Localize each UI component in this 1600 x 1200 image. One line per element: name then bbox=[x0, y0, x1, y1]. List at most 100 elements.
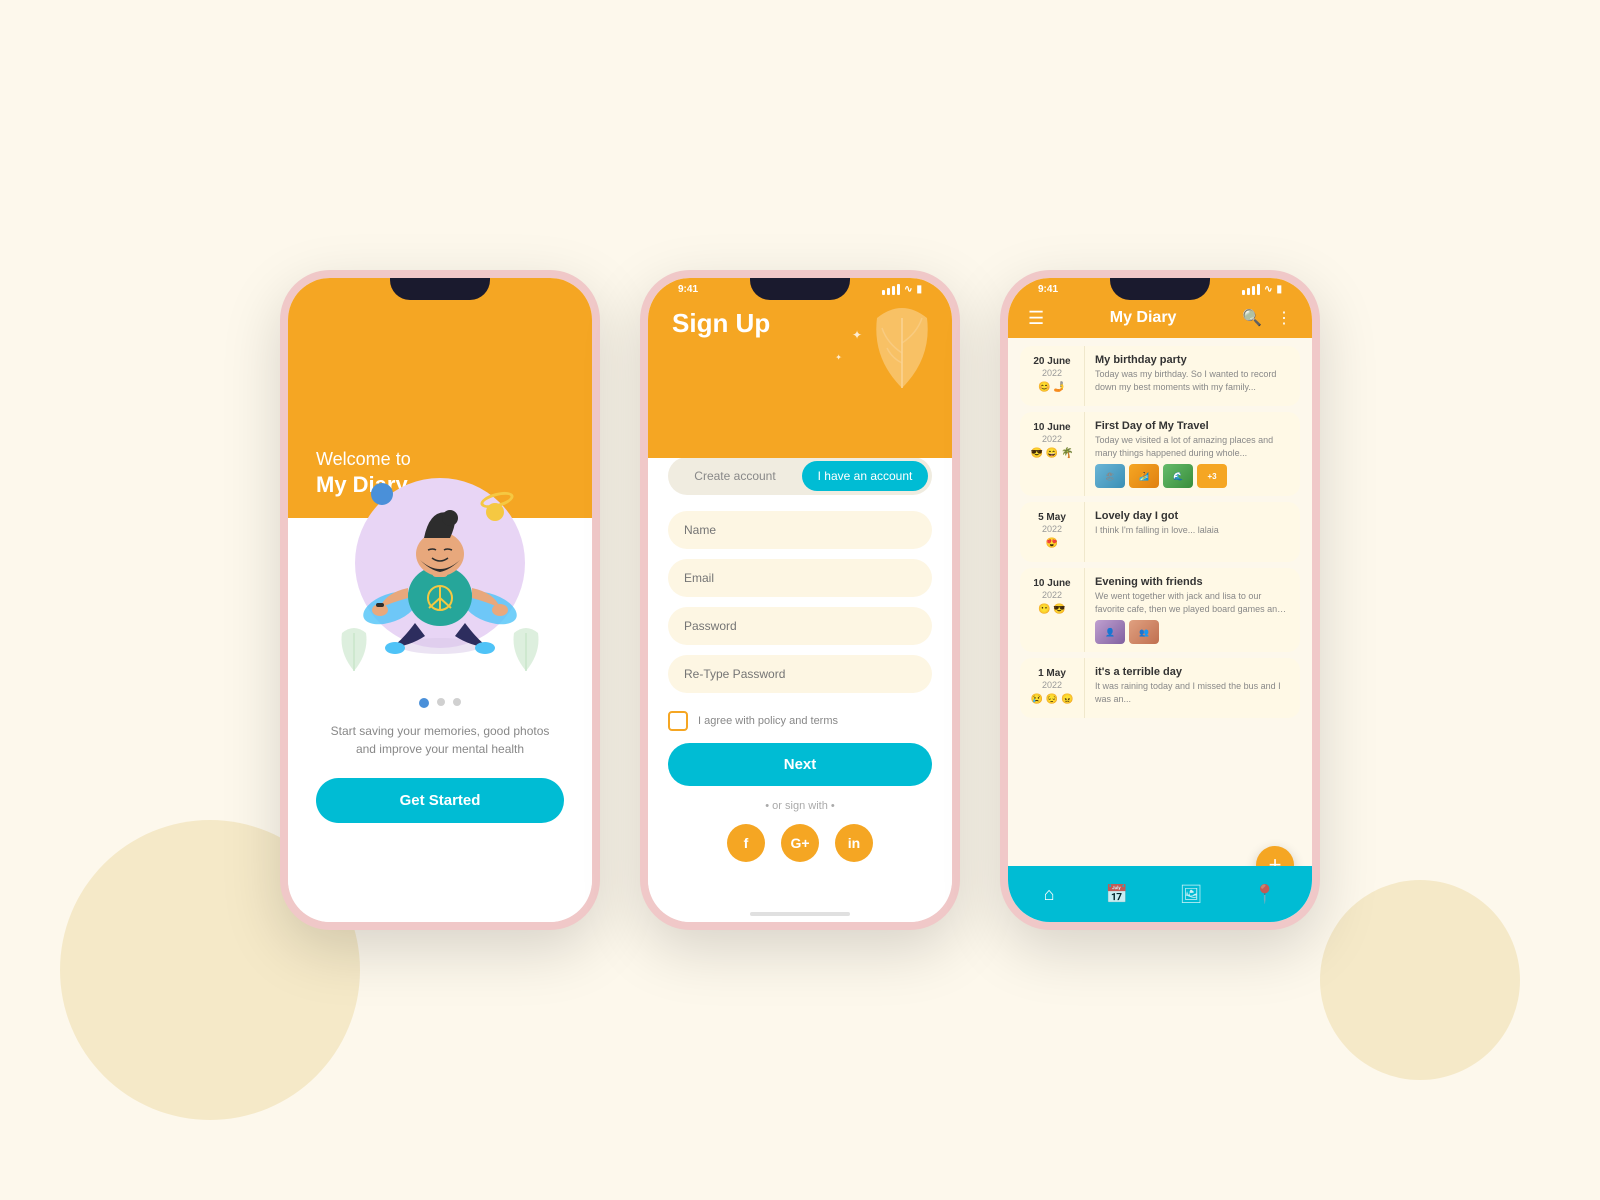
screen-diary: 9:41 ∿ ▮ ☰ My Diary 🔍 bbox=[1008, 278, 1312, 922]
entry-day-month-4: 10 June bbox=[1033, 578, 1070, 590]
friends-image-1: 👤 bbox=[1095, 620, 1125, 644]
signup-header: ✦ ✦ Sign Up bbox=[648, 278, 952, 458]
phone-diary: 9:41 ∿ ▮ ☰ My Diary 🔍 bbox=[1000, 270, 1320, 930]
star-icon-1: ✦ bbox=[852, 328, 862, 342]
leaf-deco-icon bbox=[862, 298, 942, 398]
wifi-icon-3: ∿ bbox=[1264, 284, 1272, 295]
star-icon-2: ✦ bbox=[835, 353, 842, 362]
entry-emojis-1: 😊 🤳 bbox=[1038, 382, 1066, 393]
name-input[interactable] bbox=[668, 511, 932, 549]
entry-title-1: My birthday party bbox=[1095, 354, 1290, 366]
dot-3 bbox=[453, 698, 461, 706]
terms-checkbox[interactable] bbox=[668, 711, 688, 731]
status-time-3: 9:41 bbox=[1038, 284, 1058, 295]
entry-year-4: 2022 bbox=[1042, 590, 1062, 600]
list-item[interactable]: 10 June 2022 😶 😎 Evening with friends We… bbox=[1020, 568, 1300, 652]
entry-title-4: Evening with friends bbox=[1095, 576, 1290, 588]
entry-images-4: 👤 👥 bbox=[1095, 620, 1290, 644]
get-started-button[interactable]: Get Started bbox=[316, 778, 564, 823]
entry-content-3: Lovely day I got I think I'm falling in … bbox=[1085, 502, 1300, 562]
entry-emojis-2: 😎 😄 🌴 bbox=[1031, 448, 1074, 459]
status-time-2: 9:41 bbox=[678, 284, 698, 295]
entry-year-5: 2022 bbox=[1042, 680, 1062, 690]
nav-location-icon[interactable]: 📍 bbox=[1254, 884, 1276, 905]
entry-text-4: We went together with jack and lisa to o… bbox=[1095, 590, 1290, 615]
password-input[interactable] bbox=[668, 607, 932, 645]
signal-icon-3 bbox=[1242, 284, 1260, 295]
retype-password-input[interactable] bbox=[668, 655, 932, 693]
travel-image-1: 🏖 bbox=[1095, 464, 1125, 488]
status-bar-3: 9:41 ∿ ▮ bbox=[1038, 284, 1282, 295]
page-dots bbox=[419, 698, 461, 708]
terms-row: I agree with policy and terms bbox=[668, 711, 932, 731]
signal-icon bbox=[882, 284, 900, 295]
nav-calendar-icon[interactable]: 📅 bbox=[1106, 884, 1128, 905]
diary-list: 20 June 2022 😊 🤳 My birthday party Today… bbox=[1008, 338, 1312, 866]
entry-date-4: 10 June 2022 😶 😎 bbox=[1020, 568, 1085, 652]
dot-2 bbox=[437, 698, 445, 706]
list-item[interactable]: 20 June 2022 😊 🤳 My birthday party Today… bbox=[1020, 346, 1300, 406]
email-input[interactable] bbox=[668, 559, 932, 597]
list-item[interactable]: 10 June 2022 😎 😄 🌴 First Day of My Trave… bbox=[1020, 412, 1300, 496]
status-icons-2: ∿ ▮ bbox=[882, 284, 922, 295]
dot-1 bbox=[419, 698, 429, 708]
google-button[interactable]: G+ bbox=[781, 824, 819, 862]
meditation-figure bbox=[360, 478, 520, 658]
entry-title-3: Lovely day I got bbox=[1095, 510, 1290, 522]
entry-content-4: Evening with friends We went together wi… bbox=[1085, 568, 1300, 652]
travel-image-more: +3 bbox=[1197, 464, 1227, 488]
nav-home-icon[interactable]: ⌂ bbox=[1044, 884, 1055, 905]
linkedin-button[interactable]: in bbox=[835, 824, 873, 862]
illustration bbox=[316, 468, 564, 688]
entry-content-5: it's a terrible day It was raining today… bbox=[1085, 658, 1300, 718]
wifi-icon: ∿ bbox=[904, 284, 912, 295]
entry-day-month-1: 20 June bbox=[1033, 356, 1070, 368]
screen-signup: 9:41 ∿ ▮ bbox=[648, 278, 952, 922]
scroll-indicator bbox=[750, 912, 850, 916]
auth-tabs[interactable]: Create account I have an account bbox=[668, 457, 932, 495]
status-icons-3: ∿ ▮ bbox=[1242, 284, 1282, 295]
entry-date-2: 10 June 2022 😎 😄 🌴 bbox=[1020, 412, 1085, 496]
entry-text-1: Today was my birthday. So I wanted to re… bbox=[1095, 368, 1290, 393]
entry-text-5: It was raining today and I missed the bu… bbox=[1095, 680, 1290, 705]
entry-year-3: 2022 bbox=[1042, 524, 1062, 534]
friends-image-2: 👥 bbox=[1129, 620, 1159, 644]
facebook-button[interactable]: f bbox=[727, 824, 765, 862]
or-sign-text: • or sign with • bbox=[668, 800, 932, 812]
entry-text-3: I think I'm falling in love... lalaia bbox=[1095, 524, 1290, 537]
list-item[interactable]: 5 May 2022 😍 Lovely day I got I think I'… bbox=[1020, 502, 1300, 562]
entry-date-5: 1 May 2022 😢 😔 😠 bbox=[1020, 658, 1085, 718]
entry-year-1: 2022 bbox=[1042, 368, 1062, 378]
hamburger-icon[interactable]: ☰ bbox=[1028, 308, 1044, 329]
entry-day-month-3: 5 May bbox=[1038, 512, 1066, 524]
phones-container: Welcome to My Diary bbox=[280, 270, 1320, 930]
header-icons: 🔍 ⋮ bbox=[1242, 308, 1292, 328]
next-button[interactable]: Next bbox=[668, 743, 932, 786]
nav-gallery-icon[interactable]: 🖼 bbox=[1180, 884, 1203, 905]
search-icon[interactable]: 🔍 bbox=[1242, 308, 1262, 328]
status-bar-2: 9:41 ∿ ▮ bbox=[678, 284, 922, 295]
entry-emojis-3: 😍 bbox=[1046, 538, 1058, 549]
signup-title: Sign Up bbox=[672, 308, 770, 338]
entry-text-2: Today we visited a lot of amazing places… bbox=[1095, 434, 1290, 459]
entry-content-2: First Day of My Travel Today we visited … bbox=[1085, 412, 1300, 496]
entry-title-5: it's a terrible day bbox=[1095, 666, 1290, 678]
list-item[interactable]: 1 May 2022 😢 😔 😠 it's a terrible day It … bbox=[1020, 658, 1300, 718]
travel-image-3: 🌊 bbox=[1163, 464, 1193, 488]
social-buttons: f G+ in bbox=[668, 824, 932, 862]
tab-create-account[interactable]: Create account bbox=[672, 461, 798, 491]
tab-have-account[interactable]: I have an account bbox=[802, 461, 928, 491]
battery-icon: ▮ bbox=[916, 284, 922, 295]
more-icon[interactable]: ⋮ bbox=[1276, 308, 1292, 328]
signup-form: I agree with policy and terms Next • or … bbox=[648, 495, 952, 912]
welcome-body: Start saving your memories, good photos … bbox=[288, 518, 592, 922]
screen-welcome: Welcome to My Diary bbox=[288, 278, 592, 922]
notch-1 bbox=[390, 278, 490, 300]
entry-day-month-2: 10 June bbox=[1033, 422, 1070, 434]
terms-label: I agree with policy and terms bbox=[698, 715, 838, 727]
entry-title-2: First Day of My Travel bbox=[1095, 420, 1290, 432]
entry-date-3: 5 May 2022 😍 bbox=[1020, 502, 1085, 562]
entry-emojis-5: 😢 😔 😠 bbox=[1031, 694, 1074, 705]
app-title: My Diary bbox=[1110, 309, 1177, 327]
entry-images-2: 🏖 🏄 🌊 +3 bbox=[1095, 464, 1290, 488]
